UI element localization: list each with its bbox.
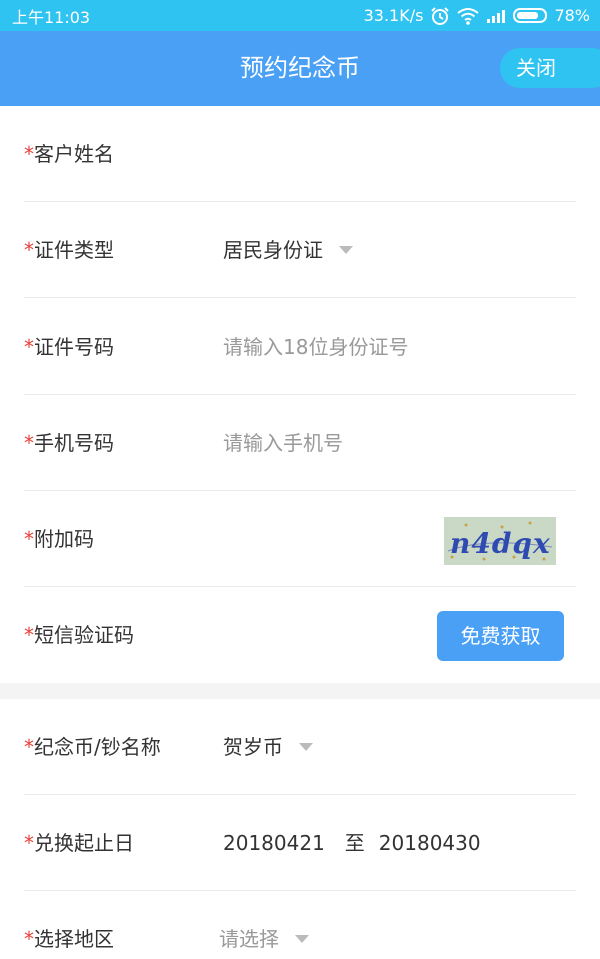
required-mark: * xyxy=(24,927,34,951)
battery-icon xyxy=(513,8,548,23)
phone-input[interactable]: 请输入手机号 xyxy=(223,395,343,491)
required-mark: * xyxy=(24,238,34,262)
required-mark: * xyxy=(24,431,34,455)
captcha-image[interactable]: n4dqx xyxy=(444,517,556,565)
dropdown-arrow-icon xyxy=(295,935,309,943)
coin-name-row[interactable]: *纪念币/钞名称 贺岁币 xyxy=(24,699,576,795)
id-number-row[interactable]: *证件号码 请输入18位身份证号 xyxy=(24,299,576,395)
coin-name-value: 贺岁币 xyxy=(223,735,283,759)
required-mark: * xyxy=(24,623,34,647)
start-date: 20180421 xyxy=(223,831,325,855)
region-placeholder: 请选择 xyxy=(219,927,279,951)
region-label: *选择地区 xyxy=(24,927,114,951)
id-type-value: 居民身份证 xyxy=(223,238,323,262)
id-type-select[interactable]: 居民身份证 xyxy=(223,202,353,298)
customer-name-label: *客户姓名 xyxy=(24,142,114,166)
exchange-dates-value: 20180421 至 20180430 xyxy=(223,795,481,891)
region-row[interactable]: *选择地区 请选择 xyxy=(24,891,576,959)
required-mark: * xyxy=(24,831,34,855)
id-type-label: *证件类型 xyxy=(24,238,114,262)
captcha-label: *附加码 xyxy=(24,527,94,551)
signal-icon xyxy=(486,8,506,24)
id-number-input[interactable]: 请输入18位身份证号 xyxy=(223,299,408,395)
id-type-row[interactable]: *证件类型 居民身份证 xyxy=(24,202,576,298)
customer-name-row[interactable]: *客户姓名 xyxy=(24,106,576,202)
date-separator: 至 xyxy=(344,831,365,855)
network-speed: 33.1K/s xyxy=(363,6,424,25)
battery-percent: 78% xyxy=(554,6,590,25)
alarm-icon xyxy=(430,6,450,26)
status-time: 上午11:03 xyxy=(12,7,91,27)
sms-code-row[interactable]: *短信验证码 免费获取 xyxy=(24,587,576,683)
required-mark: * xyxy=(24,735,34,759)
dropdown-arrow-icon xyxy=(339,246,353,254)
customer-info-section: *客户姓名 *证件类型 居民身份证 *证件号码 请输入18位身份证号 *手机号码… xyxy=(0,106,600,683)
get-sms-code-button[interactable]: 免费获取 xyxy=(437,611,564,661)
region-select[interactable]: 请选择 xyxy=(219,891,309,959)
id-number-label: *证件号码 xyxy=(24,335,114,359)
dropdown-arrow-icon xyxy=(299,743,313,751)
app-header: 预约纪念币 关闭 xyxy=(0,31,600,106)
wifi-icon xyxy=(457,7,480,25)
phone-row[interactable]: *手机号码 请输入手机号 xyxy=(24,395,576,491)
captcha-row[interactable]: *附加码 n4dqx xyxy=(24,491,576,587)
status-bar: 上午11:03 33.1K/s 78% xyxy=(0,0,600,31)
section-divider xyxy=(0,683,600,699)
required-mark: * xyxy=(24,335,34,359)
status-indicators: 33.1K/s 78% xyxy=(364,6,590,26)
coin-name-label: *纪念币/钞名称 xyxy=(24,735,161,759)
exchange-dates-label: *兑换起止日 xyxy=(24,831,134,855)
sms-code-label: *短信验证码 xyxy=(24,623,134,647)
close-button[interactable]: 关闭 xyxy=(500,48,600,88)
exchange-dates-row: *兑换起止日 20180421 至 20180430 xyxy=(24,795,576,891)
required-mark: * xyxy=(24,142,34,166)
coin-name-select[interactable]: 贺岁币 xyxy=(223,699,313,795)
coin-info-section: *纪念币/钞名称 贺岁币 *兑换起止日 20180421 至 20180430 … xyxy=(0,699,600,959)
captcha-text: n4dqx xyxy=(450,527,551,560)
end-date: 20180430 xyxy=(378,831,481,855)
phone-label: *手机号码 xyxy=(24,431,114,455)
required-mark: * xyxy=(24,527,34,551)
